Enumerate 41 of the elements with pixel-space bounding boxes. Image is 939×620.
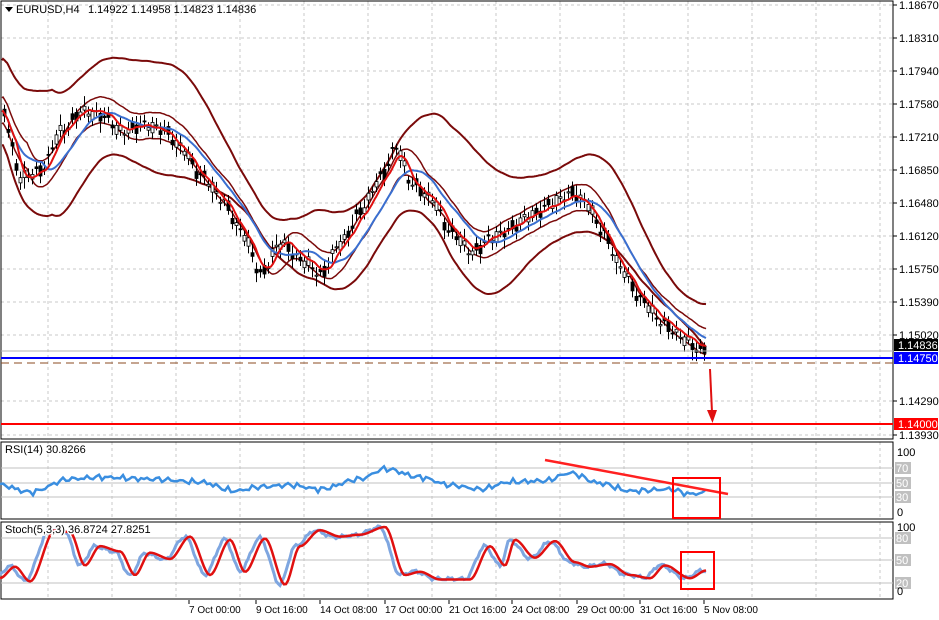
time-axis-label: 14 Oct 08:00: [320, 605, 378, 616]
down-arrow: [707, 368, 717, 423]
price-axis-label: 1.15750: [899, 264, 939, 276]
time-axis-label: 17 Oct 00:00: [385, 605, 442, 616]
indicator-title: RSI(14) 30.8266: [5, 444, 86, 456]
level-tag: 50: [895, 554, 911, 567]
time-axis-label: 9 Oct 16:00: [256, 605, 308, 616]
ohlc-quotes: 1.14922 1.14958 1.14823 1.14836: [88, 4, 256, 16]
time-axis-label: 29 Oct 00:00: [577, 605, 634, 616]
time-axis-label: 24 Oct 08:00: [512, 605, 570, 616]
price-axis-label: 1.18310: [899, 33, 939, 45]
axis-label: 100: [897, 447, 916, 459]
highlight-box: [672, 477, 721, 519]
time-axis-label: 7 Oct 00:00: [189, 605, 241, 616]
price-tag: 1.14000: [894, 418, 938, 431]
axis-label: 0: [897, 507, 904, 519]
price-axis-label: 1.14290: [899, 396, 939, 408]
time-axis-label: 31 Oct 16:00: [640, 605, 698, 616]
price-axis-label: 1.18670: [899, 0, 939, 12]
dropdown-triangle-icon[interactable]: [5, 7, 13, 12]
level-tag: 50: [895, 477, 911, 490]
axis-label: 100: [897, 522, 916, 534]
price-axis-label: 1.17940: [899, 66, 939, 78]
price-axis-label: 1.17210: [899, 132, 939, 144]
price-tag: 1.14750: [894, 352, 938, 365]
price-axis-label: 1.16480: [899, 198, 939, 210]
price-axis-label: 1.16120: [899, 231, 939, 243]
time-axis-label: 5 Nov 08:00: [704, 605, 758, 616]
highlight-box: [680, 551, 715, 590]
level-tag: 70: [895, 462, 911, 475]
level-tag: 80: [895, 532, 911, 545]
price-axis-label: 1.15390: [899, 297, 939, 309]
level-tag: 30: [895, 491, 911, 504]
symbol-label: EURUSD,H4: [16, 4, 80, 16]
price-axis-label: 1.13930: [899, 430, 939, 440]
price-axis-label: 1.17580: [899, 99, 939, 111]
price-axis-label: 1.16850: [899, 165, 939, 177]
time-axis-label: 21 Oct 16:00: [449, 605, 506, 616]
bid-price-tag: 1.14836: [894, 339, 938, 352]
indicator-title: Stoch(5,3,3) 36.8724 27.8251: [5, 524, 151, 536]
price-axis-label: 1.15020: [899, 330, 939, 342]
